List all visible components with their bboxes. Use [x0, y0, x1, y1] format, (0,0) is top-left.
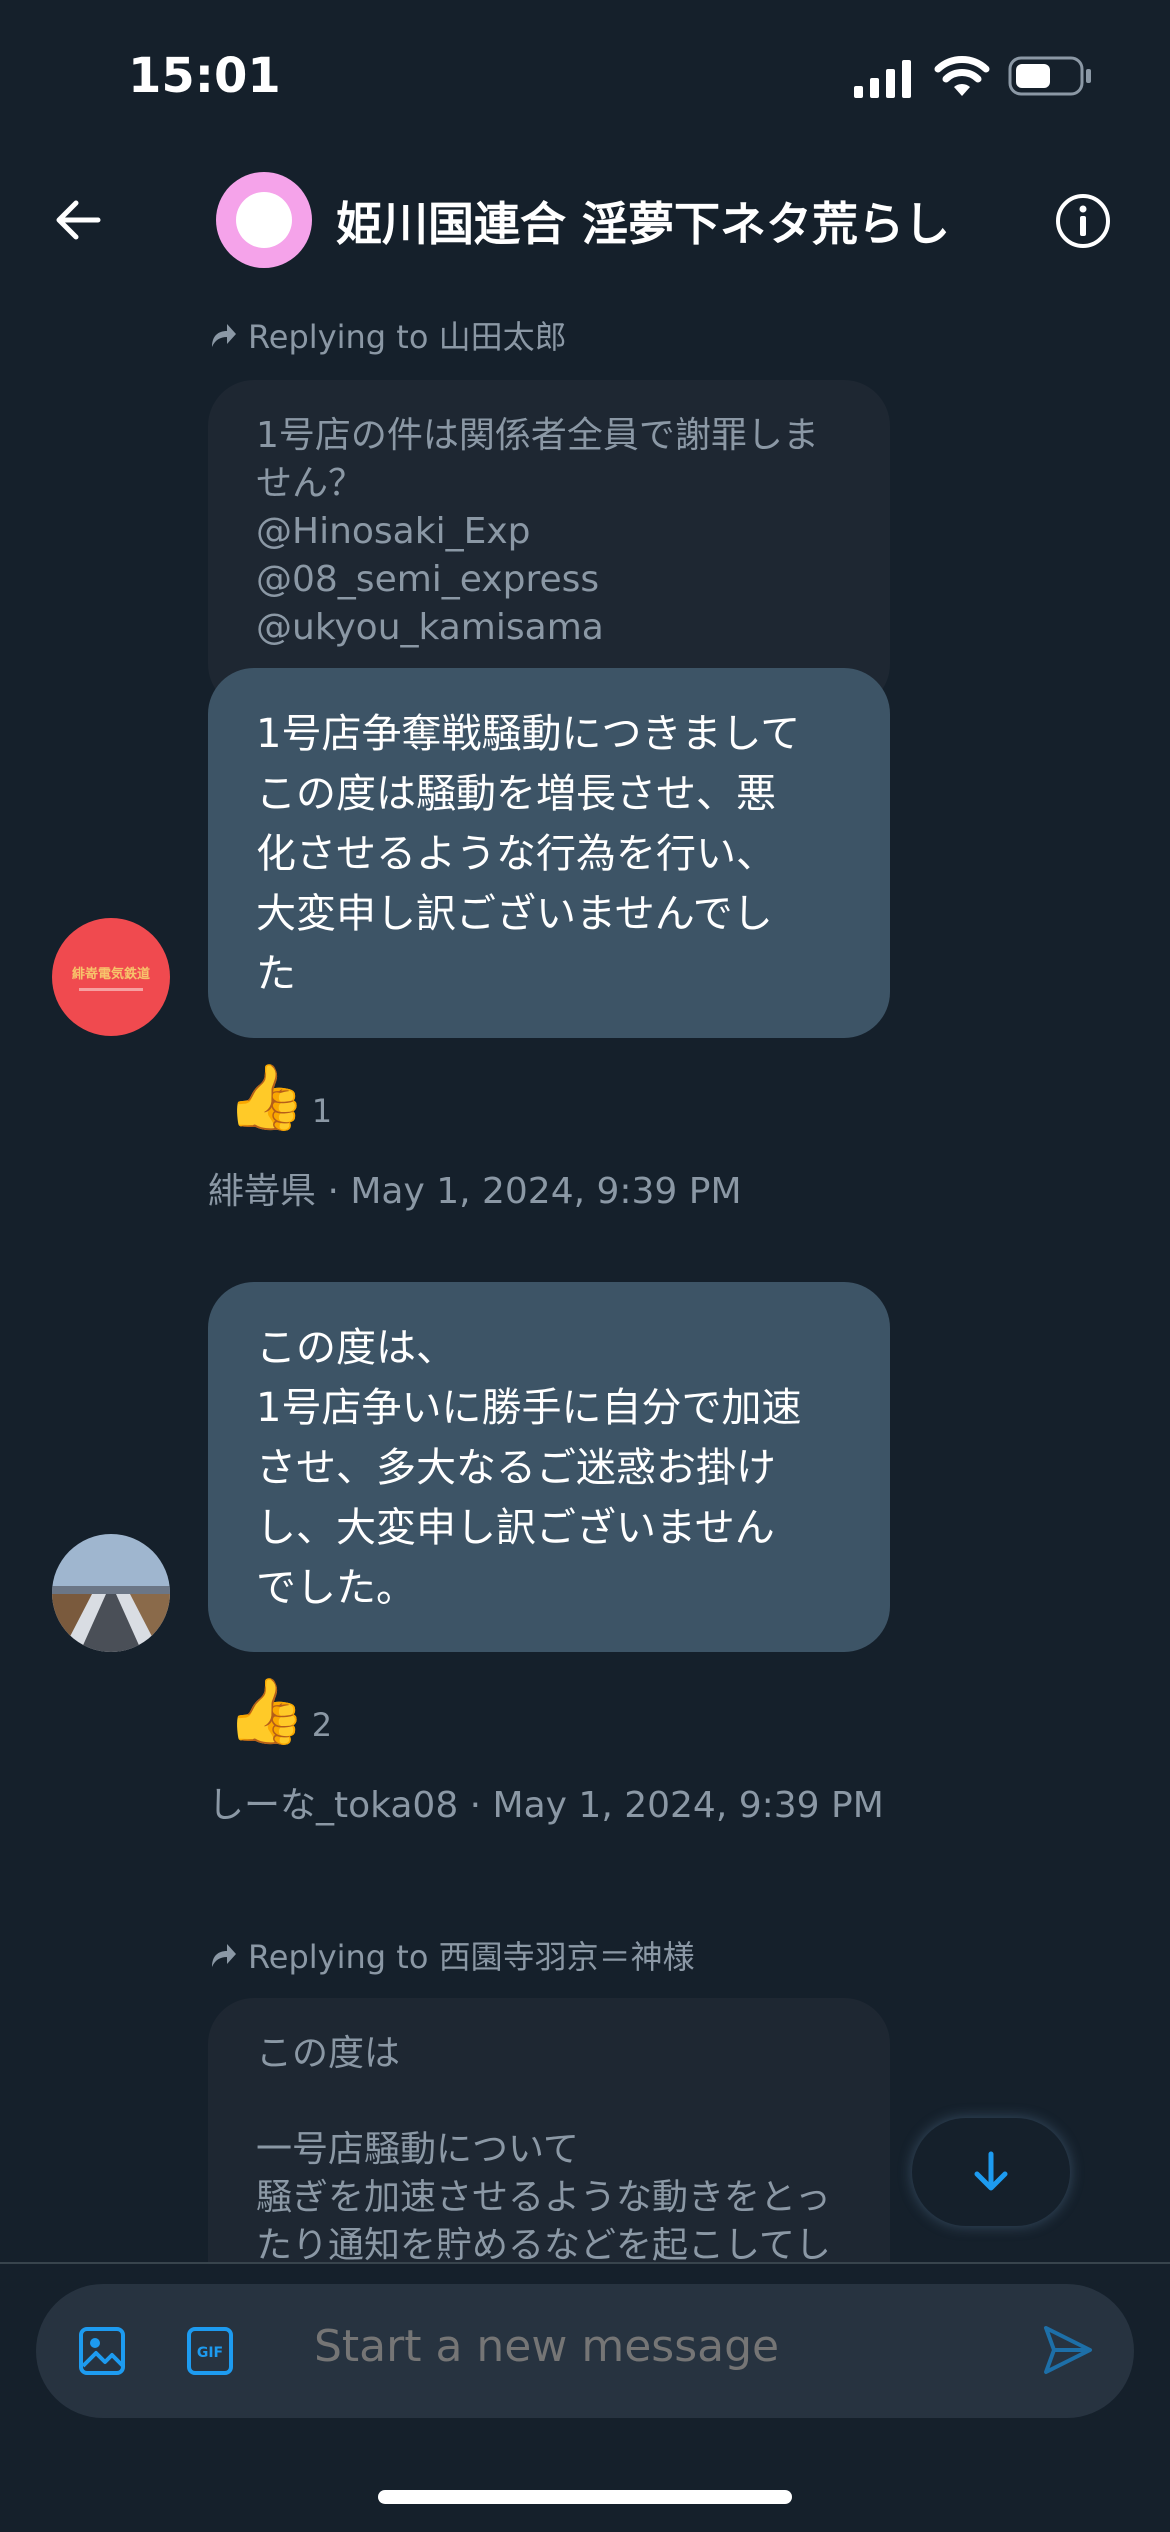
avatar-road-image — [52, 1534, 170, 1652]
reply-label: Replying to 山田太郎 — [208, 312, 567, 358]
composer-divider — [0, 2262, 1170, 2264]
reaction-count: 2 — [311, 1706, 333, 1744]
reaction[interactable]: 👍 1 — [226, 1066, 332, 1130]
message-meta: しーな_toka08 · May 1, 2024, 9:39 PM — [208, 1785, 884, 1826]
reply-label-text: Replying to 西園寺羽京＝神様 — [248, 1938, 695, 1976]
reaction-count: 1 — [311, 1092, 333, 1130]
reply-arrow-icon — [212, 1944, 236, 1967]
scroll-to-bottom-button[interactable] — [912, 2118, 1070, 2226]
quoted-message[interactable]: この度は 一号店騒動について 騒ぎを加速させるような動きをとっ たり通知を貯める… — [208, 1998, 890, 2262]
reaction[interactable]: 👍 2 — [226, 1680, 332, 1744]
avatar-subline — [79, 988, 143, 991]
reply-arrow-icon — [212, 324, 236, 347]
thumbs-up-icon: 👍 — [226, 1675, 306, 1749]
wifi-icon — [934, 54, 990, 102]
message-meta: 緋嵜県 · May 1, 2024, 9:39 PM — [208, 1171, 742, 1212]
home-indicator — [378, 2490, 792, 2504]
status-time: 15:01 — [128, 48, 281, 104]
svg-text:GIF: GIF — [197, 2345, 223, 2361]
image-button[interactable] — [78, 2326, 126, 2376]
info-button[interactable] — [1054, 192, 1112, 250]
send-button[interactable] — [1040, 2322, 1096, 2378]
quoted-message[interactable]: 1号店の件は関係者全員で謝罪しま せん？ @Hinosaki_Exp @08_s… — [208, 380, 890, 710]
arrow-down-icon — [974, 2151, 1008, 2191]
back-button[interactable] — [48, 190, 108, 250]
reply-label: Replying to 西園寺羽京＝神様 — [208, 1932, 695, 1978]
gif-button[interactable]: GIF — [186, 2326, 234, 2376]
message-bubble[interactable]: 1号店争奪戦騒動につきまして この度は騒動を増長させ、悪 化させるような行為を行… — [208, 668, 890, 1038]
send-icon — [1044, 2326, 1092, 2374]
conversation-title[interactable]: 姫川国連合 淫夢下ネタ荒らし — [336, 188, 950, 254]
avatar-logo-text: 緋嵜電気鉄道 — [71, 967, 150, 982]
avatar[interactable] — [52, 1534, 170, 1652]
back-arrow-icon — [56, 200, 101, 240]
message-input[interactable] — [312, 2320, 996, 2373]
reply-label-text: Replying to 山田太郎 — [248, 318, 567, 356]
signal-icon — [854, 58, 914, 102]
group-avatar[interactable] — [216, 172, 312, 268]
gif-icon: GIF — [187, 2327, 233, 2375]
thumbs-up-icon: 👍 — [226, 1061, 306, 1135]
image-icon — [79, 2327, 125, 2375]
avatar[interactable]: 緋嵜電気鉄道 — [52, 918, 170, 1036]
battery-icon — [1008, 56, 1092, 100]
info-icon — [1056, 194, 1110, 248]
message-bubble[interactable]: この度は、 1号店争いに勝手に自分で加速 させ、多大なるご迷惑お掛け し、大変申… — [208, 1282, 890, 1652]
